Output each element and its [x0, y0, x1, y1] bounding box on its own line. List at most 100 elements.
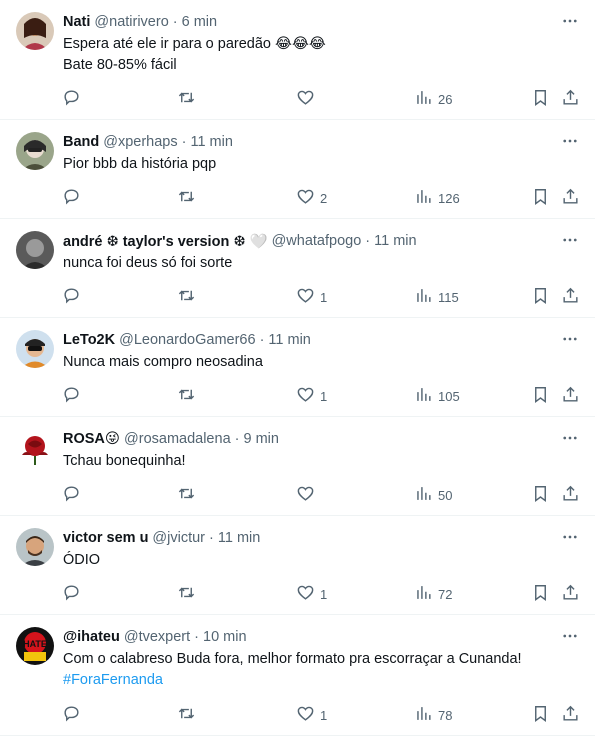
more-horizontal-icon[interactable]	[559, 10, 581, 32]
share-button[interactable]	[561, 188, 580, 208]
bookmark-button[interactable]	[531, 485, 550, 505]
like-button[interactable]	[296, 89, 320, 109]
user-handle[interactable]: @whatafpogo	[272, 233, 362, 249]
views-button[interactable]: 50	[414, 485, 452, 505]
hashtag-link[interactable]: #ForaFernanda	[63, 670, 579, 691]
tweet-header: Band @xperhaps · 11 min	[63, 132, 579, 152]
retweet-button[interactable]	[177, 287, 201, 307]
avatar[interactable]: HATE	[16, 627, 54, 665]
display-name[interactable]: Nati	[63, 14, 90, 30]
like-button[interactable]	[296, 485, 320, 505]
bookmark-button[interactable]	[531, 705, 550, 725]
views-button[interactable]: 26	[414, 89, 452, 109]
like-button[interactable]: 1	[296, 705, 327, 725]
more-horizontal-icon[interactable]	[559, 328, 581, 350]
views-button[interactable]: 72	[414, 584, 452, 604]
share-button[interactable]	[561, 485, 580, 505]
view-count: 78	[438, 707, 453, 723]
user-handle[interactable]: @tvexpert	[124, 629, 190, 645]
avatar[interactable]	[16, 330, 54, 368]
reply-button[interactable]	[62, 188, 81, 208]
reply-icon	[62, 88, 81, 110]
display-name[interactable]: LeTo2K	[63, 332, 115, 348]
tweet[interactable]: Band @xperhaps · 11 min Pior bbb da hist…	[0, 120, 595, 219]
display-name[interactable]: ROSA😜	[63, 431, 120, 447]
more-horizontal-icon[interactable]	[559, 526, 581, 548]
retweet-button[interactable]	[177, 705, 201, 725]
bookmark-button[interactable]	[531, 287, 550, 307]
tweet[interactable]: LeTo2K @LeonardoGamer66 · 11 min Nunca m…	[0, 318, 595, 417]
bookmark-button[interactable]	[531, 89, 550, 109]
reply-button[interactable]	[62, 584, 81, 604]
share-icon	[561, 88, 580, 110]
share-button[interactable]	[561, 705, 580, 725]
user-handle[interactable]: @rosamadalena	[124, 431, 231, 447]
more-horizontal-icon[interactable]	[559, 130, 581, 152]
more-horizontal-icon[interactable]	[559, 625, 581, 647]
tweet-text: Com o calabreso Buda fora, melhor format…	[63, 649, 579, 691]
reply-button[interactable]	[62, 287, 81, 307]
tweet[interactable]: HATE @ihateu @tvexpert · 10 min Com o ca…	[0, 615, 595, 736]
more-horizontal-icon[interactable]	[559, 427, 581, 449]
avatar[interactable]	[16, 528, 54, 566]
more-horizontal-icon[interactable]	[559, 229, 581, 251]
like-button[interactable]: 1	[296, 584, 327, 604]
bookmark-button[interactable]	[531, 584, 550, 604]
reply-icon	[62, 583, 81, 605]
tweet[interactable]: victor sem u @jvictur · 11 min ÓDIO 1 72	[0, 516, 595, 615]
display-name[interactable]: andré ❆ taylor's version ❆ 🤍	[63, 233, 268, 250]
tweet-text: Nunca mais compro neosadina	[63, 352, 579, 373]
retweet-button[interactable]	[177, 485, 201, 505]
view-count: 26	[438, 91, 453, 107]
reply-icon	[62, 385, 81, 407]
views-button[interactable]: 115	[414, 287, 459, 307]
timestamp[interactable]: 11 min	[218, 530, 260, 546]
like-button[interactable]: 1	[296, 386, 327, 406]
share-button[interactable]	[561, 386, 580, 406]
like-button[interactable]: 2	[296, 188, 327, 208]
display-name[interactable]: Band	[63, 134, 99, 150]
views-button[interactable]: 126	[414, 188, 460, 208]
timestamp[interactable]: 11 min	[268, 332, 310, 348]
retweet-button[interactable]	[177, 584, 201, 604]
reply-button[interactable]	[62, 705, 81, 725]
timestamp[interactable]: 10 min	[203, 629, 247, 645]
user-handle[interactable]: @jvictur	[152, 530, 205, 546]
views-button[interactable]: 78	[414, 705, 452, 725]
display-name[interactable]: victor sem u	[63, 530, 148, 546]
bookmark-icon	[531, 385, 550, 407]
bookmark-icon	[531, 704, 550, 726]
view-count: 115	[438, 289, 459, 305]
tweet[interactable]: andré ❆ taylor's version ❆ 🤍 @whatafpogo…	[0, 219, 595, 318]
timestamp[interactable]: 11 min	[374, 233, 416, 249]
timestamp[interactable]: 6 min	[182, 14, 217, 30]
tweet-text: nunca foi deus só foi sorte	[63, 253, 579, 274]
reply-icon	[62, 286, 81, 308]
retweet-button[interactable]	[177, 89, 201, 109]
avatar[interactable]	[16, 429, 54, 467]
reply-button[interactable]	[62, 485, 81, 505]
bookmark-button[interactable]	[531, 188, 550, 208]
share-button[interactable]	[561, 287, 580, 307]
timestamp[interactable]: 11 min	[190, 134, 232, 150]
like-button[interactable]: 1	[296, 287, 327, 307]
avatar[interactable]	[16, 132, 54, 170]
reply-button[interactable]	[62, 89, 81, 109]
views-button[interactable]: 105	[414, 386, 460, 406]
retweet-button[interactable]	[177, 386, 201, 406]
tweet[interactable]: Nati @natirivero · 6 min Espera até ele …	[0, 0, 595, 120]
user-handle[interactable]: @natirivero	[94, 14, 168, 30]
views-chart-icon	[414, 187, 433, 209]
share-button[interactable]	[561, 89, 580, 109]
retweet-button[interactable]	[177, 188, 201, 208]
tweet[interactable]: ROSA😜 @rosamadalena · 9 min Tchau bonequ…	[0, 417, 595, 516]
timestamp[interactable]: 9 min	[243, 431, 278, 447]
avatar[interactable]	[16, 231, 54, 269]
reply-button[interactable]	[62, 386, 81, 406]
avatar[interactable]	[16, 12, 54, 50]
user-handle[interactable]: @xperhaps	[103, 134, 177, 150]
user-handle[interactable]: @LeonardoGamer66	[119, 332, 255, 348]
share-button[interactable]	[561, 584, 580, 604]
display-name[interactable]: @ihateu	[63, 629, 120, 645]
bookmark-button[interactable]	[531, 386, 550, 406]
